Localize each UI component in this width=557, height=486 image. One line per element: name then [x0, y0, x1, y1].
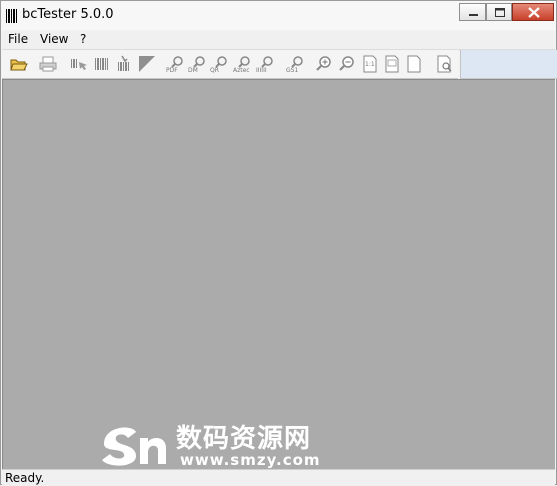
search-gs1-button[interactable]: GS1: [286, 54, 306, 74]
search-dm-button[interactable]: DM: [188, 54, 208, 74]
actual-size-button[interactable]: 1:1: [360, 54, 380, 74]
app-window: bcTester 5.0.0 File View ? PDF DM QR Azt…: [0, 0, 557, 486]
blank-page-button[interactable]: [404, 54, 424, 74]
zoom-in-icon: [316, 56, 331, 71]
print-icon: [39, 56, 57, 72]
watermark-logo-icon: [102, 427, 166, 466]
blank-page-icon: [407, 55, 421, 73]
zoom-out-button[interactable]: [337, 54, 357, 74]
status-text: Ready.: [5, 471, 45, 485]
toolbar-empty-area: [460, 50, 557, 79]
menu-help[interactable]: ?: [80, 32, 86, 46]
toolbar: PDF DM QR Aztec IIIIII GS1 1:1: [2, 50, 458, 79]
status-bar: Ready.: [2, 469, 555, 486]
scan-icon: [71, 59, 87, 70]
tool-label: GS1: [286, 67, 299, 74]
zoom-out-icon: [339, 56, 354, 71]
zoom-in-button[interactable]: [314, 54, 334, 74]
search-linear-button[interactable]: IIIIII: [256, 54, 276, 74]
close-icon: [528, 7, 540, 18]
barcode-button[interactable]: [92, 54, 112, 74]
close-button[interactable]: [512, 3, 554, 21]
watermark: 数码资源网 www.smzy.com: [96, 414, 346, 469]
tool-label: 1:1: [365, 61, 375, 68]
menu-file[interactable]: File: [8, 32, 28, 46]
barcode-icon: [95, 58, 108, 70]
tool-label: Aztec: [233, 67, 250, 74]
watermark-title: 数码资源网: [176, 424, 312, 454]
window-title: bcTester 5.0.0: [22, 7, 114, 22]
tool-label: QR: [210, 67, 219, 74]
minimize-button[interactable]: [459, 3, 486, 21]
maximize-button[interactable]: [486, 3, 512, 21]
menu-bar: File View ?: [2, 31, 555, 50]
search-qr-button[interactable]: QR: [210, 54, 230, 74]
scan-barcode-icon: [118, 55, 129, 71]
maximize-icon: [495, 8, 505, 17]
tool-label: PDF: [166, 67, 178, 74]
search-pdf-button[interactable]: PDF: [166, 54, 186, 74]
triangle-button[interactable]: [137, 54, 157, 74]
open-folder-icon: [10, 59, 28, 71]
scan-button[interactable]: [69, 54, 89, 74]
fit-page-icon: [385, 55, 399, 73]
document-search-button[interactable]: [435, 54, 455, 74]
title-bar[interactable]: bcTester 5.0.0: [1, 1, 556, 30]
tool-label: DM: [188, 67, 198, 74]
watermark-url: www.smzy.com: [180, 451, 321, 469]
search-aztec-button[interactable]: Aztec: [233, 54, 253, 74]
tool-label: IIIIII: [256, 67, 267, 74]
minimize-icon: [469, 14, 478, 16]
print-button[interactable]: [38, 54, 58, 74]
open-button[interactable]: [9, 54, 29, 74]
scan-barcode-button[interactable]: [115, 54, 135, 74]
triangle-icon: [139, 56, 155, 72]
fit-page-button[interactable]: [382, 54, 402, 74]
barcode-app-icon: [6, 9, 17, 23]
document-search-icon: [437, 55, 452, 73]
menu-view[interactable]: View: [40, 32, 68, 46]
document-workspace[interactable]: [2, 79, 555, 469]
